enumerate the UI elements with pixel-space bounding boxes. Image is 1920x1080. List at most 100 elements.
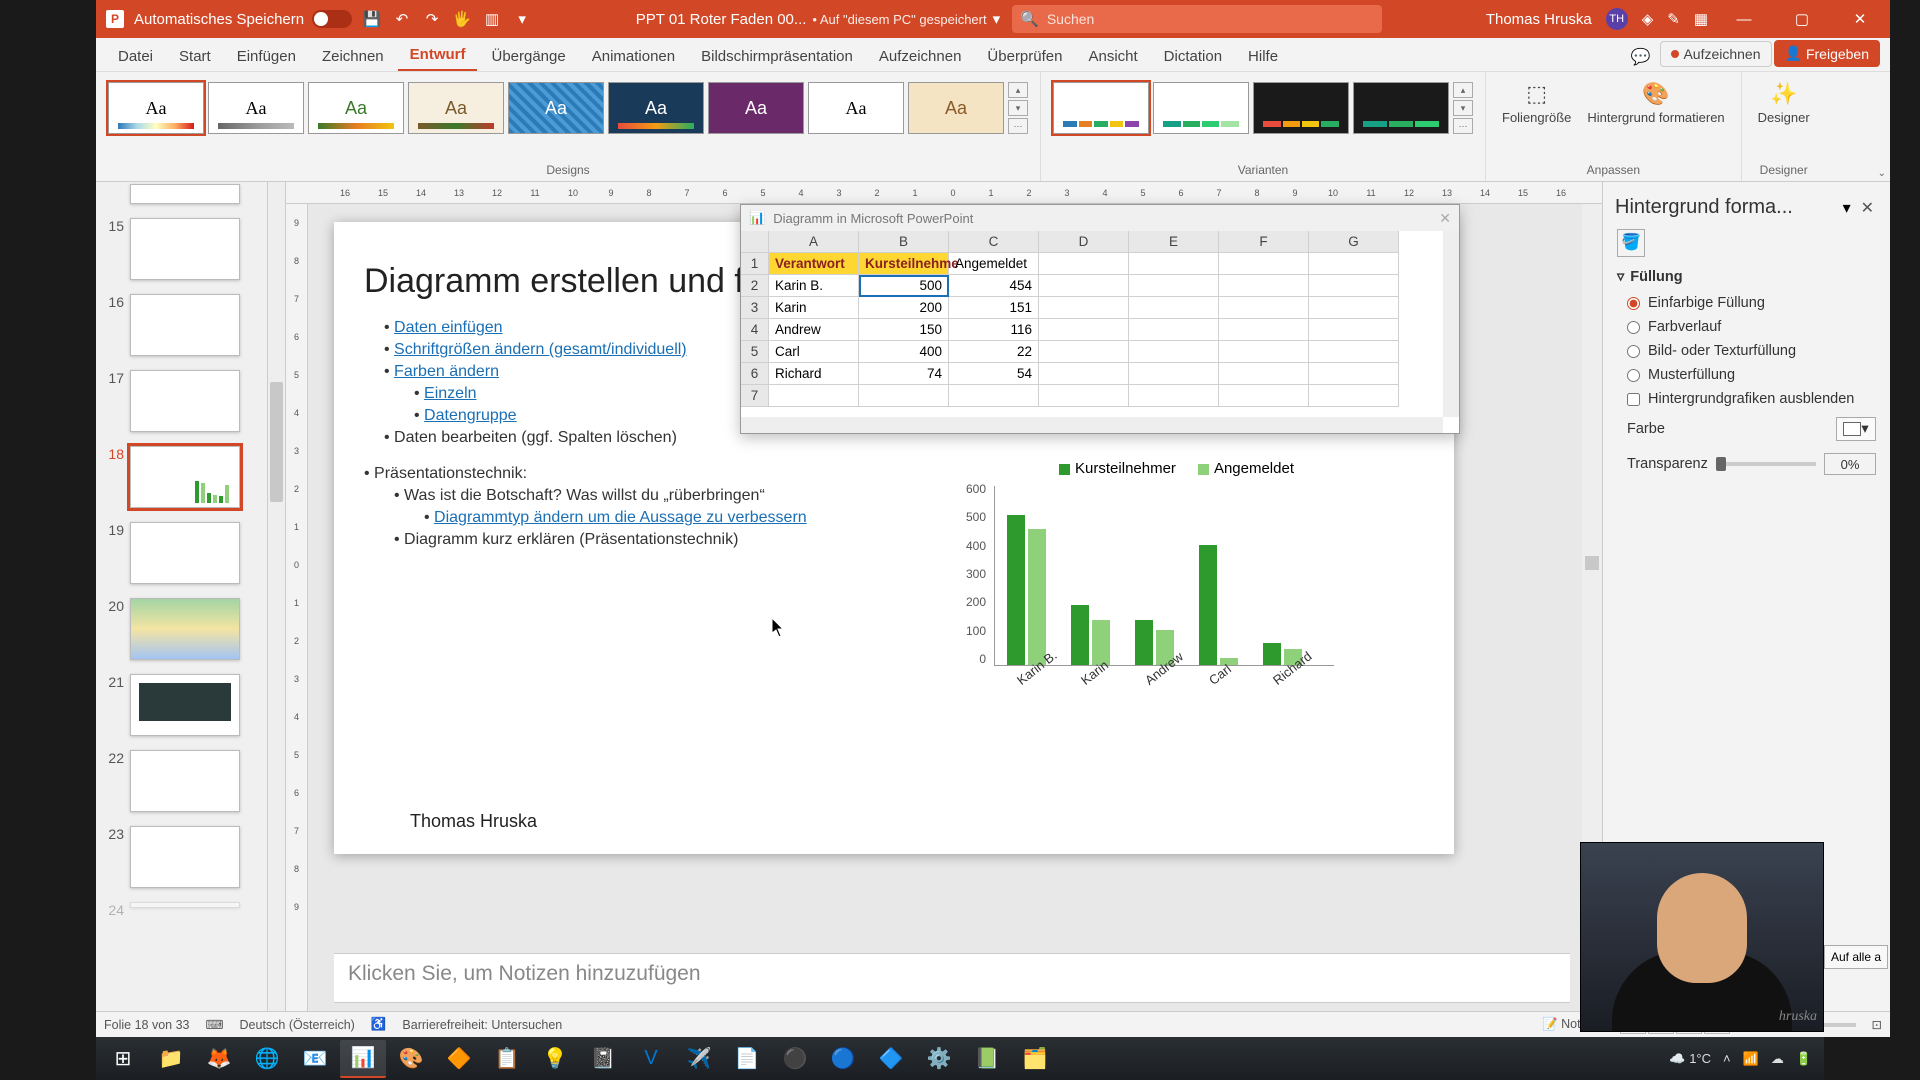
tab-entwurf[interactable]: Entwurf (398, 40, 478, 71)
format-pane-close-icon[interactable]: ✕ (1857, 198, 1878, 218)
maximize-button[interactable]: ▢ (1780, 0, 1824, 38)
tab-einfuegen[interactable]: Einfügen (225, 42, 308, 71)
taskbar-outlook-icon[interactable]: 📧 (292, 1040, 338, 1078)
pen-icon[interactable]: ✎ (1667, 10, 1680, 28)
taskbar-app-icon[interactable]: 🎨 (388, 1040, 434, 1078)
taskbar-app-icon[interactable]: 📋 (484, 1040, 530, 1078)
tab-hilfe[interactable]: Hilfe (1236, 42, 1290, 71)
theme-thumb[interactable]: Aa (908, 82, 1004, 134)
theme-thumb[interactable]: Aa (608, 82, 704, 134)
variants-more[interactable]: ▴▾⋯ (1453, 82, 1473, 134)
zoom-fit-icon[interactable]: ⊡ (1872, 1017, 1882, 1032)
tray-battery-icon[interactable]: 🔋 (1796, 1051, 1812, 1067)
tab-ueberpruefen[interactable]: Überprüfen (975, 42, 1074, 71)
close-button[interactable]: ✕ (1838, 0, 1882, 38)
tray-onedrive-icon[interactable]: ☁ (1771, 1051, 1784, 1067)
tab-datei[interactable]: Datei (106, 42, 165, 71)
taskbar-explorer-icon[interactable]: 📁 (148, 1040, 194, 1078)
theme-thumb[interactable]: Aa (308, 82, 404, 134)
tab-animationen[interactable]: Animationen (580, 42, 687, 71)
hide-bg-graphics-check[interactable]: Hintergrundgrafiken ausblenden (1617, 387, 1876, 411)
system-tray[interactable]: ☁️ 1°C ˄ 📶 ☁ 🔋 (1669, 1051, 1820, 1067)
slide-thumb[interactable]: 24 (96, 898, 285, 928)
share-button[interactable]: 👤 Freigeben (1774, 40, 1880, 67)
taskbar-app-icon[interactable]: 💡 (532, 1040, 578, 1078)
variant-thumb[interactable] (1253, 82, 1349, 134)
variant-thumb[interactable] (1153, 82, 1249, 134)
slide-thumb[interactable]: 19 (96, 518, 285, 594)
tab-praesentation[interactable]: Bildschirmpräsentation (689, 42, 865, 71)
tab-dictation[interactable]: Dictation (1152, 42, 1234, 71)
taskbar-app-icon[interactable]: 📄 (724, 1040, 770, 1078)
designs-gallery[interactable]: Aa Aa Aa Aa Aa Aa Aa Aa Aa ▴▾⋯ (104, 76, 1032, 140)
document-title[interactable]: PPT 01 Roter Faden 00... • Auf "diesem P… (636, 10, 1000, 28)
taskbar-excel-icon[interactable]: 📗 (964, 1040, 1010, 1078)
format-pane-dropdown-icon[interactable]: ▾ (1837, 198, 1857, 218)
search-box[interactable]: 🔍 (1012, 5, 1382, 33)
chart-data-window[interactable]: 📊 Diagramm in Microsoft PowerPoint ✕ ABC… (740, 204, 1460, 434)
slide-thumb[interactable]: 22 (96, 746, 285, 822)
taskbar-chrome-icon[interactable]: 🌐 (244, 1040, 290, 1078)
autosave-toggle[interactable]: Automatisches Speichern (134, 10, 352, 28)
tray-chevron-icon[interactable]: ˄ (1723, 1051, 1731, 1066)
record-button[interactable]: Aufzeichnen (1660, 41, 1771, 67)
thumbnail-panel[interactable]: 15 16 17 18 19 20 21 22 23 24 (96, 182, 286, 1011)
title-dropdown-icon[interactable]: ▾ (993, 10, 1001, 28)
diamond-icon[interactable]: ◈ (1642, 10, 1654, 28)
slide-size-button[interactable]: ⬚Foliengröße (1494, 76, 1579, 129)
taskbar-app-icon[interactable]: V (628, 1040, 674, 1078)
redo-icon[interactable]: ↷ (422, 9, 442, 29)
slide-thumb[interactable]: 23 (96, 822, 285, 898)
search-input[interactable] (1047, 11, 1374, 27)
tab-zeichnen[interactable]: Zeichnen (310, 42, 396, 71)
paint-bucket-icon[interactable]: 🪣 (1617, 229, 1645, 257)
tab-uebergaenge[interactable]: Übergänge (479, 42, 577, 71)
taskbar-settings-icon[interactable]: ⚙️ (916, 1040, 962, 1078)
taskbar-app-icon[interactable]: 🗂️ (1012, 1040, 1058, 1078)
chart-window-vscroll[interactable] (1443, 231, 1459, 417)
save-icon[interactable]: 💾 (362, 9, 382, 29)
fill-section-header[interactable]: ▿ Füllung (1617, 269, 1876, 291)
color-picker-button[interactable]: ▾ (1836, 417, 1876, 441)
minimize-button[interactable]: — (1722, 0, 1766, 38)
taskbar-powerpoint-icon[interactable]: 📊 (340, 1040, 386, 1078)
designer-button[interactable]: ✨Designer (1750, 76, 1818, 129)
chart-window-header[interactable]: 📊 Diagramm in Microsoft PowerPoint ✕ (741, 205, 1459, 231)
theme-thumb[interactable]: Aa (708, 82, 804, 134)
calendar-icon[interactable]: ▦ (1694, 10, 1708, 28)
undo-icon[interactable]: ↶ (392, 9, 412, 29)
accessibility-label[interactable]: Barrierefreiheit: Untersuchen (402, 1018, 562, 1032)
taskbar-onenote-icon[interactable]: 📓 (580, 1040, 626, 1078)
slide-thumb[interactable]: 17 (96, 366, 285, 442)
theme-thumb[interactable]: Aa (408, 82, 504, 134)
qat-more-icon[interactable]: ▾ (512, 9, 532, 29)
slide-thumb[interactable]: 16 (96, 290, 285, 366)
slide-thumb[interactable] (96, 184, 285, 214)
accessibility-icon[interactable]: ♿ (371, 1017, 387, 1032)
chart-window-close-icon[interactable]: ✕ (1439, 210, 1451, 227)
apply-all-button[interactable]: Auf alle a (1824, 945, 1888, 969)
user-name[interactable]: Thomas Hruska (1486, 11, 1592, 28)
taskbar[interactable]: ⊞ 📁 🦊 🌐 📧 📊 🎨 🔶 📋 💡 📓 V ✈️ 📄 ⚫ 🔵 🔷 ⚙️ 📗 … (96, 1037, 1824, 1080)
lang-icon[interactable]: ⌨ (205, 1017, 223, 1032)
from-beginning-icon[interactable]: ▥ (482, 9, 502, 29)
collapse-ribbon-icon[interactable]: ⌄ (1878, 168, 1886, 179)
format-background-button[interactable]: 🎨Hintergrund formatieren (1579, 76, 1732, 129)
tab-start[interactable]: Start (167, 42, 223, 71)
chart-data-grid[interactable]: ABCDEFG1VerantwortKursteilnehmeAngemelde… (741, 231, 1459, 407)
tab-aufzeichnen[interactable]: Aufzeichnen (867, 42, 974, 71)
weather-icon[interactable]: ☁️ 1°C (1669, 1051, 1711, 1067)
user-avatar[interactable]: TH (1606, 8, 1628, 30)
transparency-value[interactable]: 0% (1824, 453, 1876, 475)
comments-icon[interactable]: 💬 (1623, 43, 1659, 71)
start-button[interactable]: ⊞ (100, 1040, 146, 1078)
editor-vscroll[interactable] (1582, 204, 1602, 951)
variant-thumb[interactable] (1053, 82, 1149, 134)
theme-thumb[interactable]: Aa (108, 82, 204, 134)
transparency-slider[interactable] (1716, 462, 1816, 466)
slide-thumb[interactable]: 21 (96, 670, 285, 746)
taskbar-vlc-icon[interactable]: 🔶 (436, 1040, 482, 1078)
fill-gradient-radio[interactable]: Farbverlauf (1617, 315, 1876, 339)
theme-thumb[interactable]: Aa (808, 82, 904, 134)
thumb-scrollbar[interactable] (267, 182, 285, 1011)
